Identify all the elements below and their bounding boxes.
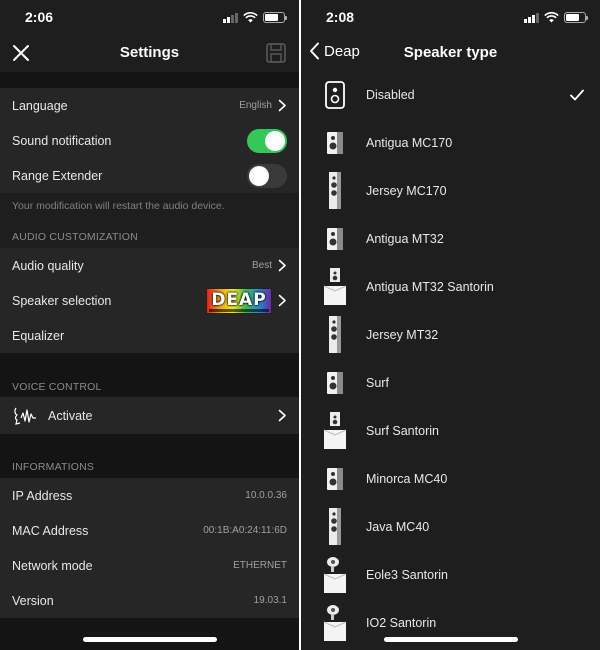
speaker-on-stand-icon: [319, 407, 351, 455]
ip-address-value: 10.0.0.36: [245, 490, 287, 501]
network-mode-row: Network mode ETHERNET: [0, 548, 299, 583]
voice-assistant-icon: [14, 407, 36, 425]
wifi-icon: [544, 11, 559, 22]
home-indicator[interactable]: [82, 637, 217, 642]
chevron-right-icon: [278, 259, 286, 272]
speaker-option[interactable]: Disabled: [301, 71, 600, 119]
range-extender-label: Range Extender: [12, 168, 103, 183]
language-label: Language: [12, 98, 68, 113]
speaker-option-label: Antigua MT32 Santorin: [366, 280, 494, 294]
speaker-option-label: Antigua MT32: [366, 232, 444, 246]
ip-address-label: IP Address: [12, 488, 73, 503]
page-title: Settings: [119, 44, 180, 61]
speaker-option-label: Jersey MT32: [366, 328, 439, 342]
speaker-option[interactable]: Jersey MC170: [301, 167, 600, 215]
speaker-option[interactable]: Antigua MT32 Santorin: [301, 263, 600, 311]
chevron-right-icon: [278, 99, 286, 112]
speaker-option-label: Disabled: [366, 88, 415, 102]
speaker-selection-label: Speaker selection: [12, 293, 112, 308]
battery-icon: [263, 11, 287, 23]
floorstanding-speaker-icon: [319, 503, 351, 551]
mac-address-row: MAC Address 00:1B:A0:24:11:6D: [0, 513, 299, 548]
chevron-right-icon: [278, 409, 286, 422]
range-extender-toggle[interactable]: [247, 163, 287, 188]
speaker-option[interactable]: Minorca MC40: [301, 455, 600, 503]
mac-address-value: 00:1B:A0:24:11:6D: [203, 525, 287, 536]
bookshelf-speaker-icon: [319, 215, 351, 263]
satellite-on-stand-icon: [319, 599, 351, 647]
language-value: English: [239, 100, 272, 111]
cellular-signal-icon: [223, 12, 238, 23]
status-time: 2:08: [326, 9, 355, 25]
range-extender-row: Range Extender: [0, 158, 299, 193]
sound-notification-row: Sound notification: [0, 123, 299, 158]
chevron-right-icon: [278, 294, 286, 307]
save-icon[interactable]: [265, 42, 287, 64]
sound-notification-toggle[interactable]: [247, 128, 287, 153]
language-row[interactable]: Language English: [0, 88, 299, 123]
version-row: Version 19.03.1: [0, 583, 299, 618]
version-label: Version: [12, 593, 54, 608]
speaker-option[interactable]: Java MC40: [301, 503, 600, 551]
bookshelf-speaker-icon: [319, 359, 351, 407]
audio-quality-value: Best: [251, 260, 272, 271]
sound-notification-label: Sound notification: [12, 133, 112, 148]
audio-quality-label: Audio quality: [12, 258, 84, 273]
speaker-option-label: Eole3 Santorin: [366, 568, 449, 582]
checkmark-icon: [570, 89, 584, 101]
status-time: 2:06: [25, 9, 54, 25]
bookshelf-speaker-icon: [319, 119, 351, 167]
nav-bar: Settings: [0, 34, 299, 72]
voice-activate-label: Activate: [48, 408, 93, 423]
speaker-type-screen: 2:08 Deap Speaker type Disabled Antigua M…: [301, 0, 600, 650]
speaker-option-label: Jersey MC170: [366, 184, 447, 198]
speaker-on-stand-icon: [319, 263, 351, 311]
speaker-option-label: IO2 Santorin: [366, 616, 437, 630]
satellite-on-stand-icon: [319, 551, 351, 599]
settings-screen: 2:06 Settings Language English Sound not…: [0, 0, 299, 650]
speaker-option[interactable]: Antigua MT32: [301, 215, 600, 263]
speaker-option-label: Surf: [366, 376, 389, 390]
audio-quality-row[interactable]: Audio quality Best: [0, 248, 299, 283]
version-value: 19.03.1: [253, 595, 287, 606]
floorstanding-speaker-icon: [319, 311, 351, 359]
informations-header: INFORMATIONS: [12, 461, 95, 473]
bookshelf-speaker-icon: [319, 455, 351, 503]
voice-control-header: VOICE CONTROL: [12, 381, 102, 393]
status-bar: 2:06: [0, 0, 299, 34]
deap-logo: DEAP: [206, 287, 272, 314]
mac-address-label: MAC Address: [12, 523, 89, 538]
status-bar: 2:08: [301, 0, 600, 34]
voice-activate-row[interactable]: Activate: [0, 397, 299, 434]
page-title: Speaker type: [403, 44, 498, 61]
speaker-option[interactable]: Eole3 Santorin: [301, 551, 600, 599]
speaker-option[interactable]: Surf Santorin: [301, 407, 600, 455]
speaker-option[interactable]: Surf: [301, 359, 600, 407]
battery-icon: [564, 11, 588, 23]
speaker-option-label: Java MC40: [366, 520, 430, 534]
restart-hint: Your modification will restart the audio…: [12, 200, 225, 212]
disabled-speaker-icon: [319, 71, 351, 119]
speaker-option-label: Minorca MC40: [366, 472, 448, 486]
network-mode-label: Network mode: [12, 558, 93, 573]
equalizer-label: Equalizer: [12, 328, 65, 343]
speaker-option[interactable]: Antigua MC170: [301, 119, 600, 167]
wifi-icon: [243, 11, 258, 22]
nav-bar: Deap Speaker type: [301, 34, 600, 72]
cellular-signal-icon: [524, 12, 539, 23]
home-indicator[interactable]: [383, 637, 518, 642]
audio-customization-header: AUDIO CUSTOMIZATION: [12, 231, 138, 243]
speaker-option[interactable]: Jersey MT32: [301, 311, 600, 359]
equalizer-row[interactable]: Equalizer: [0, 318, 299, 353]
speaker-selection-row[interactable]: Speaker selection DEAP: [0, 283, 299, 318]
ip-address-row: IP Address 10.0.0.36: [0, 478, 299, 513]
speaker-option-label: Antigua MC170: [366, 136, 453, 150]
network-mode-value: ETHERNET: [233, 560, 287, 571]
speaker-option-label: Surf Santorin: [366, 424, 439, 438]
floorstanding-speaker-icon: [319, 167, 351, 215]
